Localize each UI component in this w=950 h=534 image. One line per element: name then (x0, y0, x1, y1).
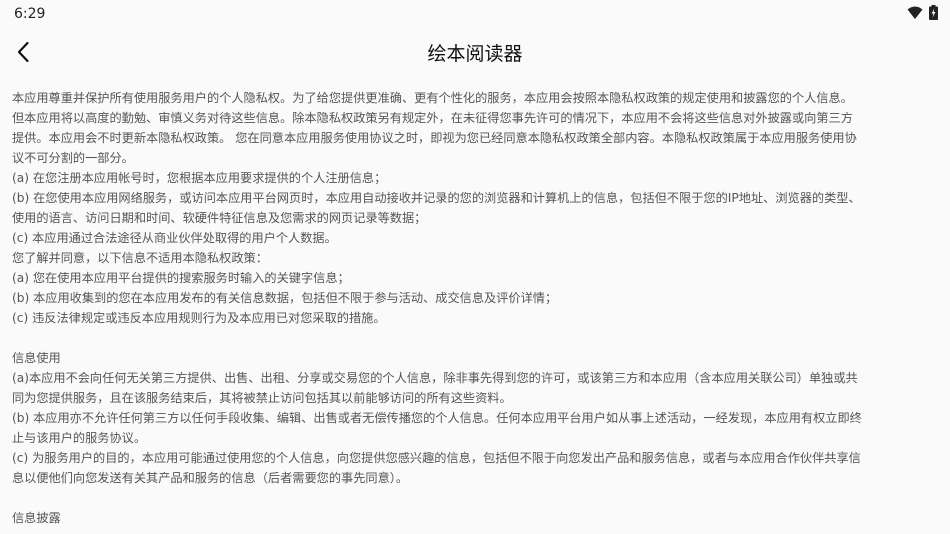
policy-line: 提供。本应用会不时更新本隐私权政策。 您在同意本应用服务使用协议之时，即视为您已… (12, 131, 857, 145)
info-use-section: 信息使用 (a)本应用不会向任何无关第三方提供、出售、出租、分享或交易您的个人信… (12, 348, 940, 488)
privacy-policy-content: 本应用尊重并保护所有使用服务用户的个人隐私权。为了给您提供更准确、更有个性化的服… (0, 76, 950, 528)
wifi-icon (907, 5, 923, 24)
status-time: 6:29 (14, 6, 46, 22)
battery-icon (929, 4, 938, 24)
policy-line: (a)本应用不会向任何无关第三方提供、出售、出租、分享或交易您的个人信息，除非事… (12, 371, 858, 385)
status-icons (907, 4, 938, 24)
back-button[interactable] (8, 36, 38, 68)
policy-line: 议不可分割的一部分。 (12, 151, 134, 165)
app-bar: 绘本阅读器 (0, 28, 950, 76)
info-disclosure-section: 信息披露 (12, 508, 940, 528)
policy-line: 止与该用户的服务协议。 (12, 431, 147, 445)
policy-line: 但本应用将以高度的勤勉、审慎义务对待这些信息。除本隐私权政策另有规定外，在未征得… (12, 111, 853, 125)
screen: 6:29 绘本阅读器 本应用尊重并保护所有使用服务用户的个人隐私权。为了给您提供… (0, 0, 950, 534)
policy-line: 息以便他们向您发送有关其产品和服务的信息（后者需要您的事先同意）。 (12, 471, 409, 485)
policy-line: (a) 在您注册本应用帐号时，您根据本应用要求提供的个人注册信息； (12, 171, 387, 185)
back-arrow-icon (17, 41, 29, 63)
page-title: 绘本阅读器 (427, 42, 523, 65)
policy-line: (b) 本应用收集到的您在本应用发布的有关信息数据，包括但不限于参与活动、成交信… (12, 291, 558, 305)
policy-line: (b) 本应用亦不允许任何第三方以任何手段收集、编辑、出售或者无偿传播您的个人信… (12, 411, 862, 425)
policy-line: (c) 违反法律规定或违反本应用规则行为及本应用已对您采取的措施。 (12, 311, 386, 325)
policy-intro-section: 本应用尊重并保护所有使用服务用户的个人隐私权。为了给您提供更准确、更有个性化的服… (12, 88, 940, 328)
policy-line: 同为您提供服务，且在该服务结束后，其将被禁止访问包括其以前能够访问的所有这些资料… (12, 391, 512, 405)
policy-line: (b) 在您使用本应用网络服务，或访问本应用平台网页时，本应用自动接收并记录的您… (12, 191, 861, 205)
policy-line: 本应用尊重并保护所有使用服务用户的个人隐私权。为了给您提供更准确、更有个性化的服… (12, 91, 853, 105)
policy-line: (c) 为服务用户的目的，本应用可能通过使用您的个人信息，向您提供您感兴趣的信息… (12, 451, 861, 465)
section-heading: 信息使用 (12, 351, 61, 365)
policy-line: 使用的语言、访问日期和时间、软硬件特征信息及您需求的网页记录等数据； (12, 211, 427, 225)
policy-line: (a) 您在使用本应用平台提供的搜索服务时输入的关键字信息； (12, 271, 350, 285)
policy-line: 您了解并同意，以下信息不适用本隐私权政策： (12, 251, 268, 265)
policy-line: (c) 本应用通过合法途径从商业伙伴处取得的用户个人数据。 (12, 231, 337, 245)
section-heading: 信息披露 (12, 511, 61, 525)
status-bar: 6:29 (0, 0, 950, 28)
